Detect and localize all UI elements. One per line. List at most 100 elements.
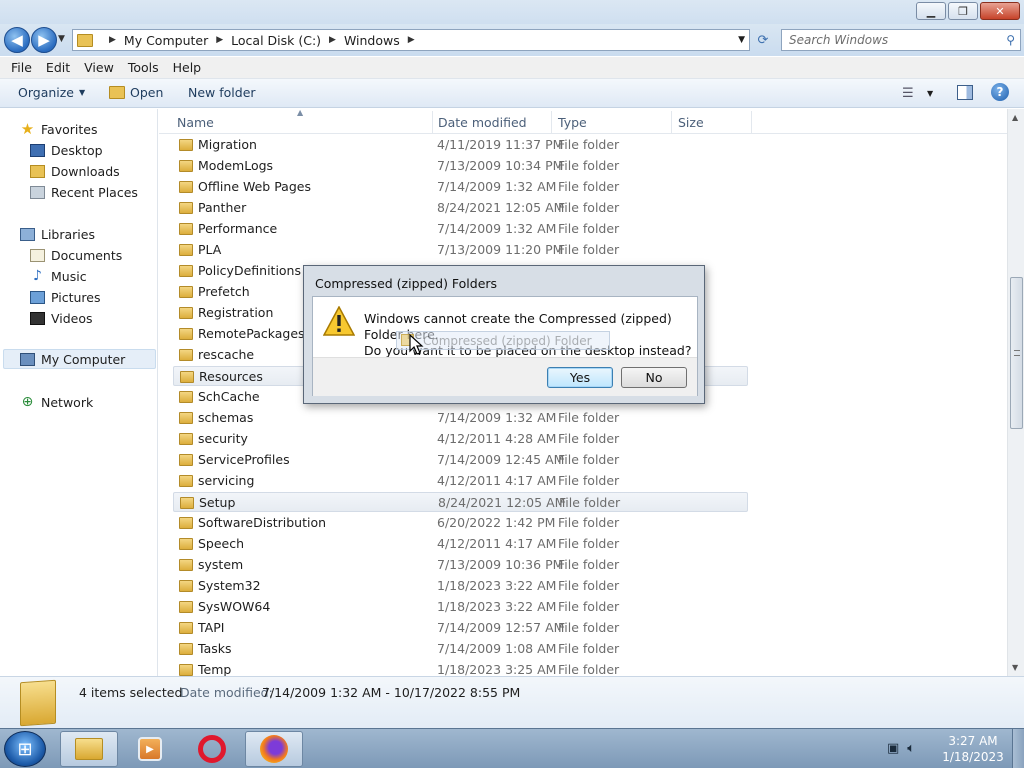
column-date-modified[interactable]: Date modified [438, 115, 527, 130]
organize-button[interactable]: Organize ▼ [18, 85, 85, 100]
chevron-right-icon[interactable]: ▶ [329, 35, 336, 45]
table-row[interactable]: schemas 7/14/2009 1:32 AM File folder [173, 408, 748, 428]
new-folder-button[interactable]: New folder [188, 85, 256, 100]
column-size[interactable]: Size [678, 115, 704, 130]
table-row[interactable]: System32 1/18/2023 3:22 AM File folder [173, 576, 748, 596]
taskbar-opera[interactable] [183, 731, 241, 767]
table-row[interactable]: Panther 8/24/2021 12:05 AM File folder [173, 198, 748, 218]
column-divider[interactable] [671, 111, 672, 133]
search-input[interactable] [789, 33, 989, 47]
selection-count: 4 items selected [79, 685, 183, 700]
menu-view[interactable]: View [77, 60, 121, 75]
nav-videos[interactable]: Videos [30, 309, 93, 327]
start-button[interactable]: ⊞ [4, 731, 46, 767]
table-row[interactable]: Temp 1/18/2023 3:25 AM File folder [173, 660, 748, 676]
menu-tools[interactable]: Tools [121, 60, 166, 75]
taskbar-firefox[interactable] [245, 731, 303, 767]
address-bar[interactable]: ▶ My Computer ▶ Local Disk (C:) ▶ Windows ▶… [72, 29, 750, 51]
nav-pictures[interactable]: Pictures [30, 288, 101, 306]
table-row[interactable]: PLA 7/13/2009 11:20 PM File folder [173, 240, 748, 260]
taskbar-explorer[interactable] [60, 731, 118, 767]
menu-edit[interactable]: Edit [39, 60, 77, 75]
scrollbar-thumb[interactable] [1010, 277, 1023, 429]
clock[interactable]: 3:27 AM 1/18/2023 [940, 733, 1006, 765]
table-row[interactable]: servicing 4/12/2011 4:17 AM File folder [173, 471, 748, 491]
menu-file[interactable]: File [4, 60, 39, 75]
table-row[interactable]: Offline Web Pages 7/14/2009 1:32 AM File f… [173, 177, 748, 197]
folder-icon [179, 643, 193, 655]
file-type: File folder [558, 599, 620, 614]
menu-help[interactable]: Help [166, 60, 209, 75]
file-name: System32 [198, 578, 261, 593]
open-button[interactable]: Open [109, 85, 163, 100]
file-type: File folder [558, 641, 620, 656]
file-name: Migration [198, 137, 257, 152]
table-row[interactable]: system 7/13/2009 10:36 PM File folder [173, 555, 748, 575]
view-options-icon[interactable]: ☰ [902, 86, 914, 101]
folder-icon [179, 181, 193, 193]
show-desktop-button[interactable] [1012, 729, 1024, 768]
refresh-icon[interactable]: ⟳ [752, 29, 774, 51]
nav-music[interactable]: ♪ Music [30, 267, 87, 285]
chevron-right-icon[interactable]: ▶ [216, 35, 223, 45]
table-row[interactable]: Tasks 7/14/2009 1:08 AM File folder [173, 639, 748, 659]
taskbar-media-player[interactable]: ▶ [121, 731, 179, 767]
nav-recent-places[interactable]: Recent Places [30, 183, 138, 201]
table-row[interactable]: SoftwareDistribution 6/20/2022 1:42 PM Fil… [173, 513, 748, 533]
preview-pane-icon[interactable] [957, 85, 973, 100]
column-type[interactable]: Type [558, 115, 587, 130]
file-type: File folder [558, 515, 620, 530]
column-divider[interactable] [551, 111, 552, 133]
nav-downloads[interactable]: Downloads [30, 162, 120, 180]
scroll-up-icon[interactable]: ▲ [1012, 113, 1018, 122]
nav-desktop[interactable]: Desktop [30, 141, 103, 159]
column-divider[interactable] [432, 111, 433, 133]
address-dropdown-icon[interactable]: ▼ [738, 35, 745, 45]
table-row[interactable]: Speech 4/12/2011 4:17 AM File folder [173, 534, 748, 554]
folder-icon [179, 286, 193, 298]
breadcrumb-local-disk[interactable]: Local Disk (C:) ▶ [231, 33, 344, 48]
nav-libraries[interactable]: Libraries [20, 225, 95, 243]
table-row[interactable]: TAPI 7/14/2009 12:57 AM File folder [173, 618, 748, 638]
file-name: servicing [198, 473, 255, 488]
table-row[interactable]: ModemLogs 7/13/2009 10:34 PM File folder [173, 156, 748, 176]
scroll-down-icon[interactable]: ▼ [1012, 663, 1018, 672]
recent-pages-dropdown[interactable]: ▼ [58, 34, 65, 44]
table-row[interactable]: ServiceProfiles 7/14/2009 12:45 AM File fo… [173, 450, 748, 470]
chevron-right-icon[interactable]: ▶ [408, 35, 415, 45]
nav-favorites[interactable]: ★ Favorites [20, 120, 98, 138]
search-box[interactable]: ⚲ [781, 29, 1021, 51]
table-row[interactable]: Performance 7/14/2009 1:32 AM File folder [173, 219, 748, 239]
table-row[interactable]: security 4/12/2011 4:28 AM File folder [173, 429, 748, 449]
nav-my-computer[interactable]: My Computer [3, 349, 156, 369]
chevron-down-icon[interactable]: ▼ [927, 89, 933, 98]
back-button[interactable]: ◀ [4, 27, 30, 53]
column-name[interactable]: Name [177, 115, 214, 130]
forward-button[interactable]: ▶ [31, 27, 57, 53]
help-icon[interactable]: ? [991, 83, 1009, 101]
volume-icon[interactable]: 🔈︎ [907, 741, 915, 756]
folder-icon [179, 139, 193, 151]
table-row[interactable]: Migration 4/11/2019 11:37 PM File folder [173, 135, 748, 155]
no-button[interactable]: No [621, 367, 687, 388]
breadcrumb-windows[interactable]: Windows ▶ [344, 33, 423, 48]
close-button[interactable]: ✕ [980, 2, 1020, 20]
minimize-button[interactable]: ▁ [916, 2, 946, 20]
table-row[interactable]: SysWOW64 1/18/2023 3:22 AM File folder [173, 597, 748, 617]
vertical-scrollbar[interactable]: ▲ ▼ [1007, 109, 1024, 676]
media-player-icon: ▶ [138, 737, 162, 761]
folder-icon [179, 307, 193, 319]
explorer-icon [75, 738, 103, 760]
nav-network[interactable]: ⊕ Network [20, 393, 94, 411]
yes-button[interactable]: Yes [547, 367, 613, 388]
breadcrumb-my-computer[interactable]: My Computer ▶ [124, 33, 231, 48]
file-name: Resources [199, 369, 263, 384]
column-divider[interactable] [751, 111, 752, 133]
network-status-icon[interactable]: ▣ [887, 741, 899, 756]
table-row[interactable]: Setup 8/24/2021 12:05 AM File folder [173, 492, 748, 512]
search-icon[interactable]: ⚲ [1006, 33, 1015, 47]
maximize-button[interactable]: ❐ [948, 2, 978, 20]
computer-icon [20, 352, 35, 366]
nav-documents[interactable]: Documents [30, 246, 122, 264]
grip-icon [1014, 350, 1020, 356]
